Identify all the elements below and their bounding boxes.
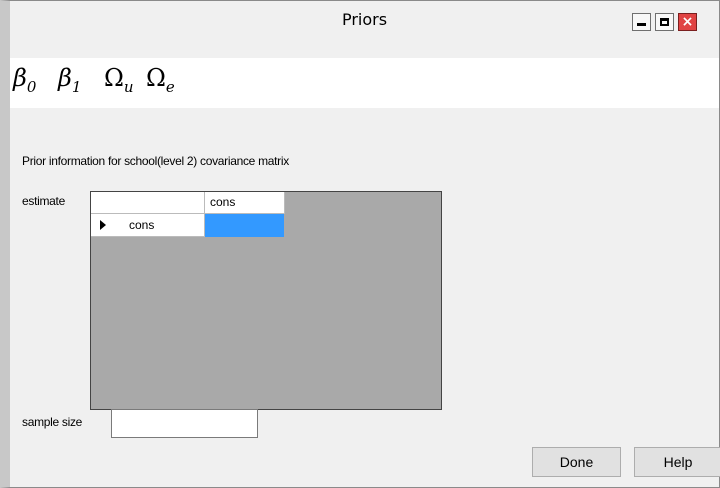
tab-beta-0[interactable]: β0: [13, 64, 36, 96]
row-header-cons[interactable]: cons: [91, 214, 205, 237]
tab-beta-1[interactable]: β1: [58, 64, 81, 96]
grid-cell-cons-cons[interactable]: [205, 214, 284, 237]
estimate-grid[interactable]: cons cons: [90, 191, 442, 410]
window-title: Priors: [341, 10, 388, 29]
parameter-tabs: β0 β1 Ωu Ωe: [10, 58, 719, 108]
sample-size-input[interactable]: [111, 409, 258, 438]
grid-corner: [91, 192, 205, 214]
minimize-button[interactable]: [632, 13, 651, 31]
row-label: cons: [129, 218, 155, 232]
sample-size-label: sample size: [22, 415, 83, 429]
help-button[interactable]: Help: [634, 447, 720, 477]
tab-omega-u[interactable]: Ωu: [104, 64, 134, 96]
close-button[interactable]: ×: [678, 13, 697, 31]
row-selector-icon: [100, 220, 106, 230]
section-heading: Prior information for school(level 2) co…: [22, 154, 289, 168]
maximize-button[interactable]: [655, 13, 674, 31]
maximize-icon: [660, 18, 669, 26]
minimize-icon: [637, 23, 646, 26]
tab-omega-e[interactable]: Ωe: [146, 64, 175, 96]
estimate-label: estimate: [22, 194, 65, 208]
column-header-cons[interactable]: cons: [205, 192, 285, 214]
title-bar[interactable]: Priors ×: [10, 1, 719, 39]
close-icon: ×: [681, 14, 694, 30]
done-button[interactable]: Done: [532, 447, 621, 477]
priors-window: Priors × β0 β1 Ωu Ωe Prior information f…: [0, 0, 720, 488]
